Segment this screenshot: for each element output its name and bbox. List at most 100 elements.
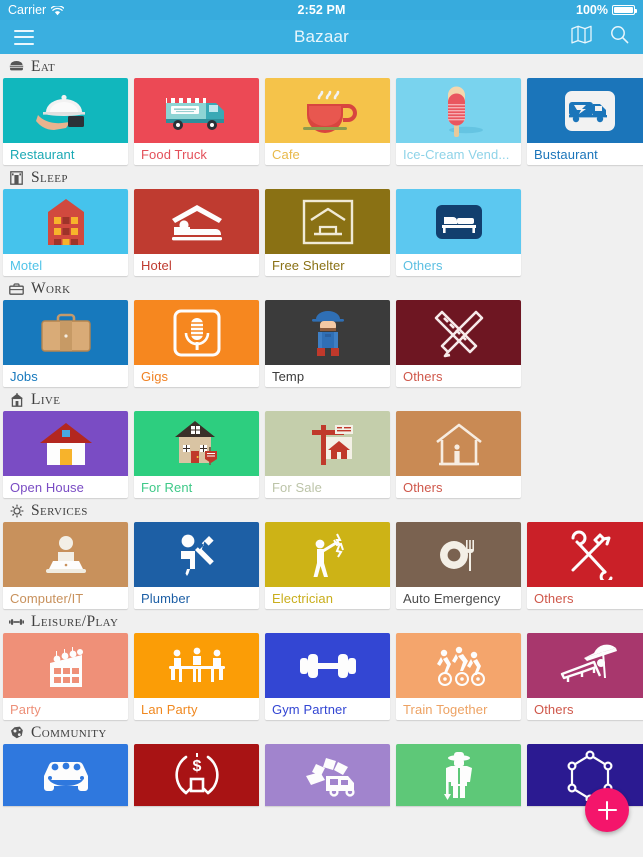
category-row-leisure: Party Lan Party Gym Partner Train Together O…	[0, 633, 643, 720]
bed-icon	[396, 189, 521, 254]
category-card[interactable]: Others	[527, 633, 643, 720]
ice-cream-bar-icon	[396, 78, 521, 143]
category-card[interactable]: Others	[396, 300, 521, 387]
card-label: Open House	[3, 476, 128, 498]
category-card[interactable]: Open House	[3, 411, 128, 498]
card-label: Restaurant	[3, 143, 128, 165]
category-card[interactable]: Others	[396, 411, 521, 498]
open-house-icon	[3, 411, 128, 476]
category-card[interactable]	[3, 744, 128, 806]
map-icon[interactable]	[571, 25, 592, 49]
category-row-eat: Restaurant Food Truck Cafe Ice-Cream Vend..…	[0, 78, 643, 165]
category-card[interactable]: Electrician	[265, 522, 390, 609]
category-card[interactable]: Others	[527, 522, 643, 609]
hamburger-menu-icon[interactable]	[14, 29, 34, 45]
battery-percent-label: 100%	[576, 3, 608, 17]
card-label: Computer/IT	[3, 587, 128, 609]
card-label: Others	[396, 365, 521, 387]
category-row-services: Computer/IT Plumber Electrician Auto Emerge…	[0, 522, 643, 609]
category-card[interactable]: Others	[396, 189, 521, 276]
card-label: Train Together	[396, 698, 521, 720]
add-listing-fab[interactable]	[585, 788, 629, 832]
dumbbell-icon	[9, 614, 24, 629]
category-card[interactable]: Restaurant	[3, 78, 128, 165]
house-icon	[9, 392, 24, 407]
beach-lounger-icon	[527, 633, 643, 698]
motel-building-icon	[3, 189, 128, 254]
category-scroll-area[interactable]: Eat Restaurant Food Truck Cafe Ice-Cream Ven…	[0, 54, 643, 857]
cloche-serving-tray-icon	[3, 78, 128, 143]
category-card[interactable]: Gigs	[134, 300, 259, 387]
status-bar-right: 100%	[576, 3, 637, 17]
category-card[interactable]	[265, 744, 390, 806]
section-title: Work	[31, 279, 71, 297]
category-card[interactable]: Lan Party	[134, 633, 259, 720]
card-label: Plumber	[134, 587, 259, 609]
section-header-work: Work	[0, 276, 643, 300]
category-card[interactable]: $	[134, 744, 259, 806]
community-icon	[9, 725, 24, 740]
bus-restaurant-icon	[527, 78, 643, 143]
category-card[interactable]: Bustaurant	[527, 78, 643, 165]
category-card[interactable]: Motel	[3, 189, 128, 276]
section-title: Eat	[31, 57, 56, 75]
category-card[interactable]: Gym Partner	[265, 633, 390, 720]
category-card[interactable]: Plumber	[134, 522, 259, 609]
building-icon	[9, 170, 24, 185]
card-label: Motel	[3, 254, 128, 276]
card-label: Others	[396, 254, 521, 276]
for-sale-sign-icon	[265, 411, 390, 476]
category-row-work: Jobs Gigs Temp Others	[0, 300, 643, 387]
category-row-community: $	[0, 744, 643, 806]
category-card[interactable]: Auto Emergency	[396, 522, 521, 609]
category-card[interactable]: Hotel	[134, 189, 259, 276]
card-label: Gym Partner	[265, 698, 390, 720]
section-title: Services	[31, 501, 88, 519]
food-truck-icon	[134, 78, 259, 143]
section-header-eat: Eat	[0, 54, 643, 78]
category-card[interactable]: Cafe	[265, 78, 390, 165]
farmer-icon	[396, 744, 521, 806]
card-label: Others	[527, 587, 643, 609]
worker-character-icon	[265, 300, 390, 365]
nav-actions	[571, 25, 629, 49]
card-label: Hotel	[134, 254, 259, 276]
category-card[interactable]: Ice-Cream Vend...	[396, 78, 521, 165]
house-outline-person-icon	[396, 411, 521, 476]
burger-icon	[9, 59, 24, 74]
briefcase-icon	[9, 281, 24, 296]
section-title: Leisure/Play	[31, 612, 119, 630]
category-card[interactable]	[527, 744, 643, 806]
card-label: Jobs	[3, 365, 128, 387]
cyclists-icon	[396, 633, 521, 698]
card-label: Free Shelter	[265, 254, 390, 276]
category-card[interactable]: Jobs	[3, 300, 128, 387]
category-card[interactable]: Free Shelter	[265, 189, 390, 276]
card-label: Electrician	[265, 587, 390, 609]
battery-full-icon	[612, 5, 637, 15]
category-card[interactable]: Temp	[265, 300, 390, 387]
card-label: For Sale	[265, 476, 390, 498]
category-card[interactable]: Computer/IT	[3, 522, 128, 609]
category-card[interactable]: Food Truck	[134, 78, 259, 165]
category-card[interactable]	[396, 744, 521, 806]
app-root: Carrier 2:52 PM 100% Bazaar Eat Restaura…	[0, 0, 643, 857]
section-header-sleep: Sleep	[0, 165, 643, 189]
card-label: Gigs	[134, 365, 259, 387]
category-row-sleep: Motel Hotel Free Shelter Others	[0, 189, 643, 276]
ruler-pencil-icon	[396, 300, 521, 365]
for-rent-house-icon	[134, 411, 259, 476]
category-card[interactable]: Party	[3, 633, 128, 720]
card-label: Lan Party	[134, 698, 259, 720]
card-label: Others	[396, 476, 521, 498]
category-card[interactable]: For Rent	[134, 411, 259, 498]
card-label: Food Truck	[134, 143, 259, 165]
category-row-live: Open House For Rent For Sale Others	[0, 411, 643, 498]
category-card[interactable]: For Sale	[265, 411, 390, 498]
coffee-cup-icon	[265, 78, 390, 143]
party-building-icon	[3, 633, 128, 698]
category-card[interactable]: Train Together	[396, 633, 521, 720]
section-header-live: Live	[0, 387, 643, 411]
laptop-person-icon	[3, 522, 128, 587]
search-icon[interactable]	[610, 25, 629, 49]
